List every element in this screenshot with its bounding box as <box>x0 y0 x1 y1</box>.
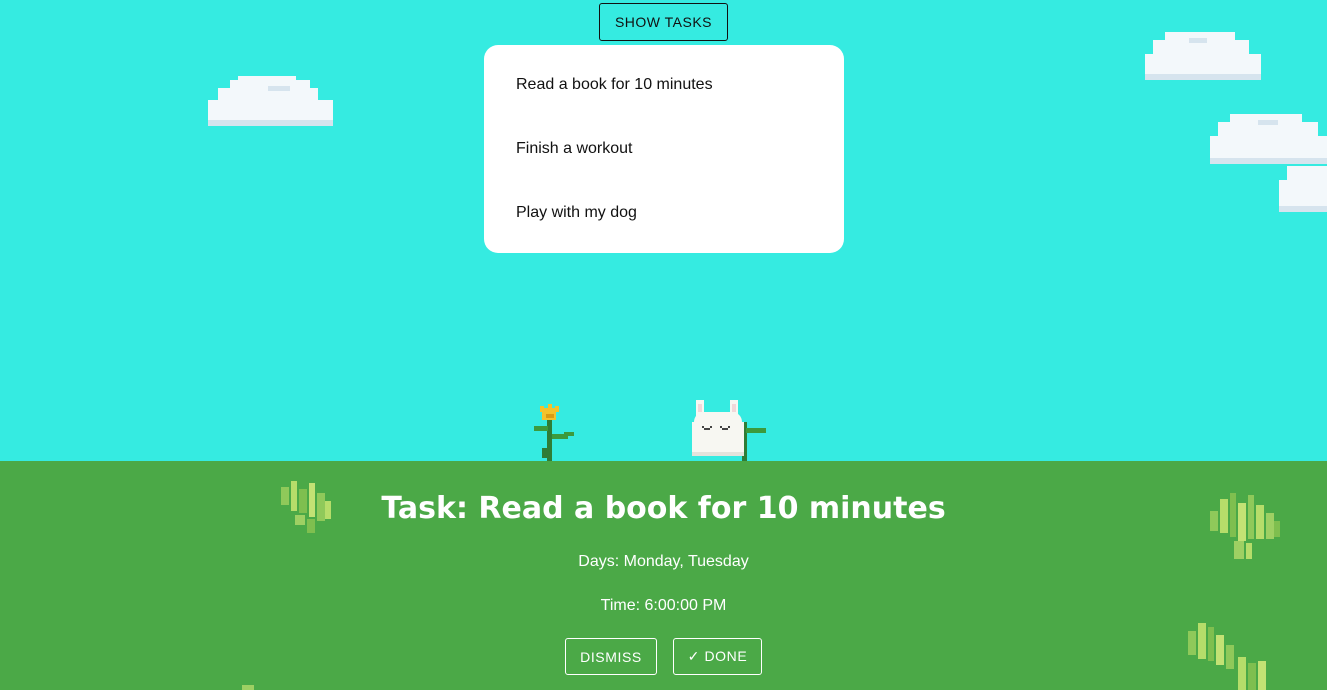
task-list-panel: Read a book for 10 minutes Finish a work… <box>484 45 844 253</box>
cloud-icon <box>1145 32 1261 80</box>
dismiss-button[interactable]: DISMISS <box>565 638 657 675</box>
task-list-item[interactable]: Finish a workout <box>516 140 633 158</box>
bush-icon <box>1188 623 1266 690</box>
show-tasks-button[interactable]: SHOW TASKS <box>599 3 728 41</box>
cloud-icon <box>1210 114 1327 164</box>
done-button[interactable]: ✓ DONE <box>673 638 762 675</box>
bush-icon <box>242 685 254 690</box>
task-list-item[interactable]: Read a book for 10 minutes <box>516 76 713 94</box>
flower-icon <box>534 404 574 461</box>
bunny-icon <box>692 400 766 461</box>
current-task-time: Time: 6:00:00 PM <box>600 597 727 614</box>
task-list-item[interactable]: Play with my dog <box>516 204 637 222</box>
cloud-icon <box>1279 166 1327 212</box>
cloud-icon <box>208 76 333 126</box>
current-task-days: Days: Monday, Tuesday <box>578 553 749 570</box>
current-task-title: Task: Read a book for 10 minutes <box>381 491 946 526</box>
